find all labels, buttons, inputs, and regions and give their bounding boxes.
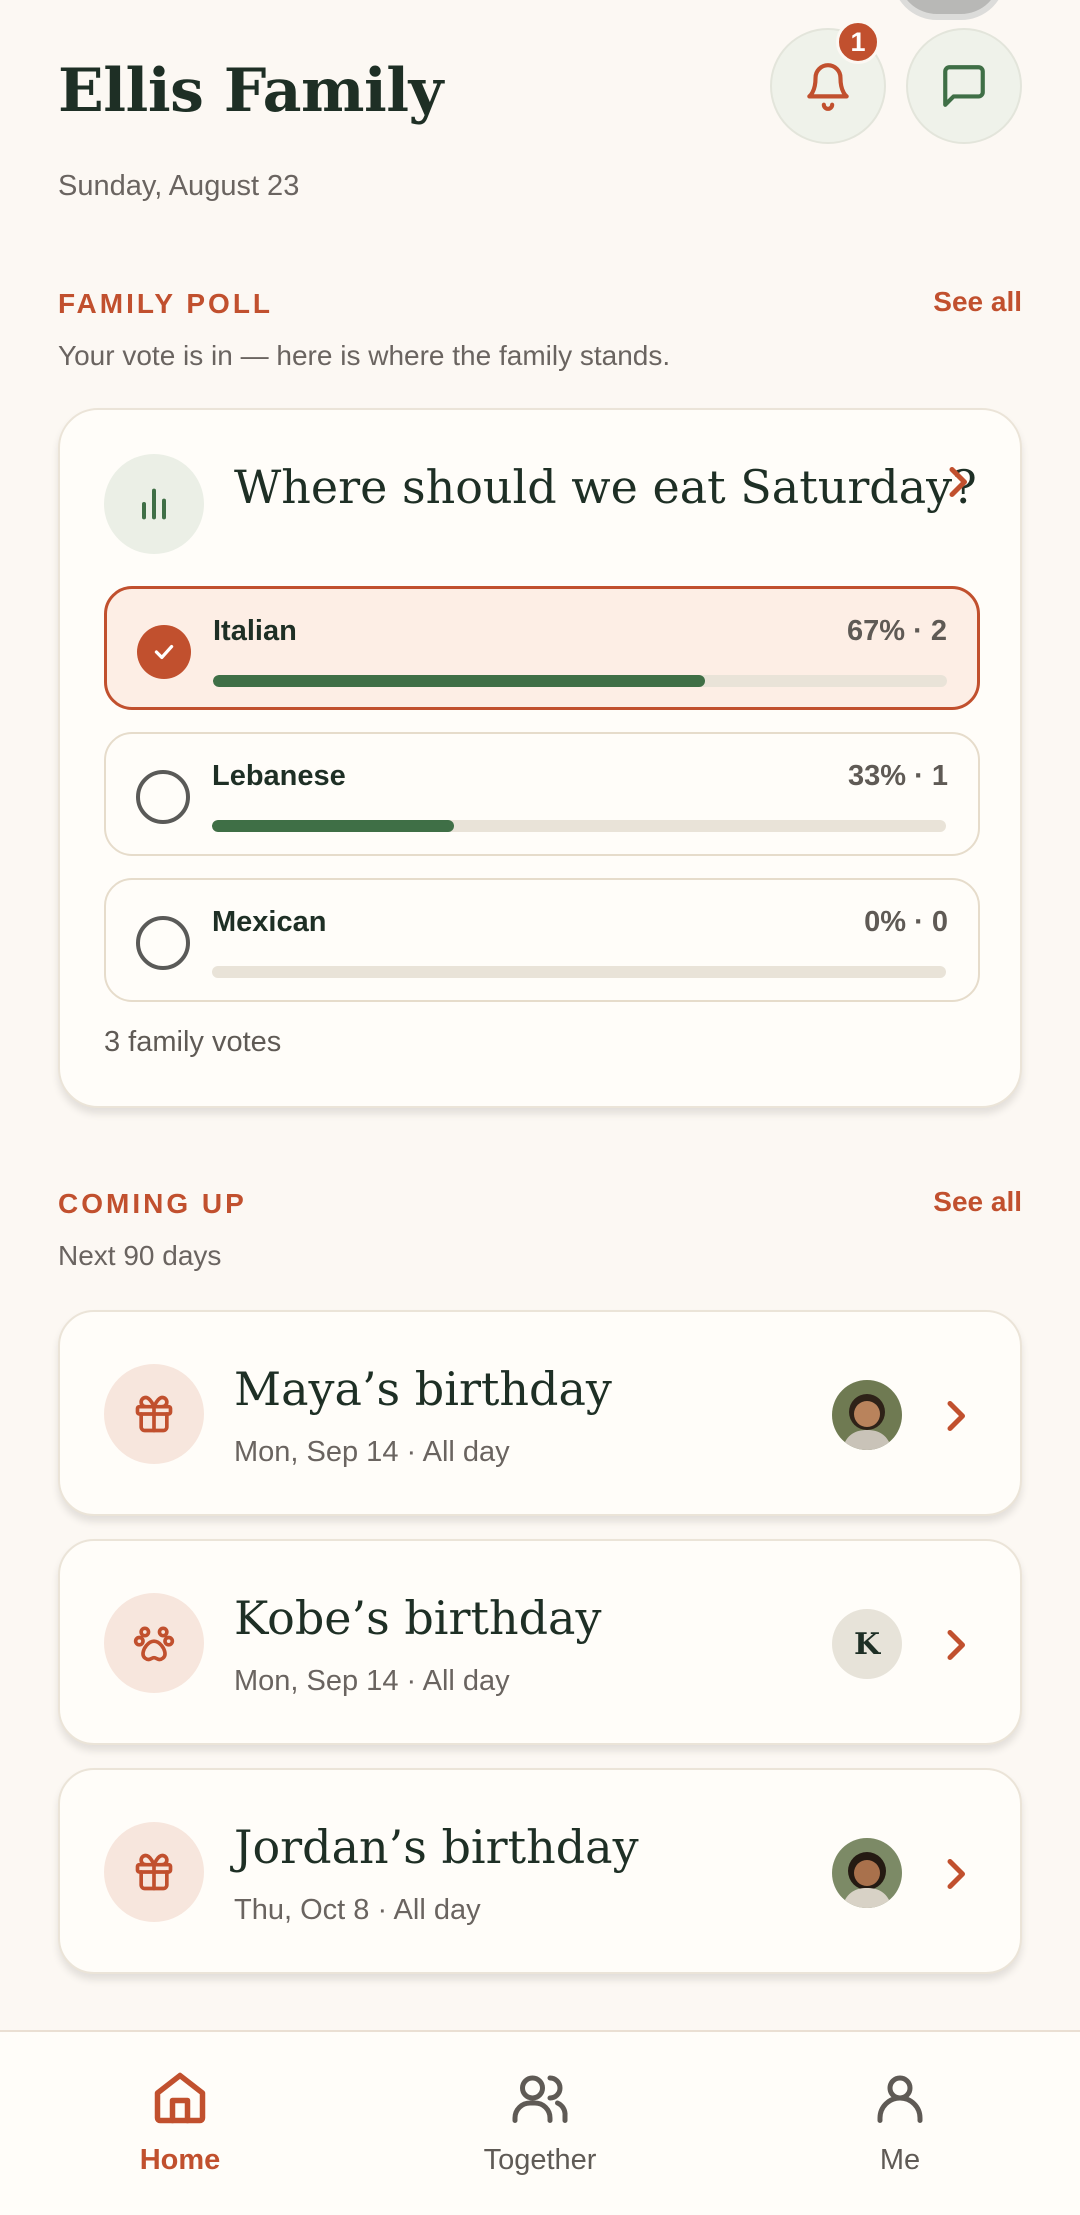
avatar	[832, 1838, 902, 1908]
event-icon-circle	[104, 1593, 204, 1693]
poll-vote-count: 3 family votes	[104, 1026, 282, 1058]
bottom-nav: Home Together Me	[0, 2030, 1080, 2215]
poll-see-all-link[interactable]: See all	[933, 286, 1022, 318]
event-meta: Thu, Oct 8 · All day	[234, 1894, 481, 1926]
radio-circle-icon	[136, 916, 190, 970]
option-progress-fill	[213, 675, 705, 687]
nav-me[interactable]: Me	[800, 2068, 1000, 2177]
bar-chart-icon	[142, 488, 166, 520]
upcoming-see-all-link[interactable]: See all	[933, 1186, 1022, 1218]
page-title: Ellis Family	[58, 56, 443, 126]
option-label: Mexican	[212, 906, 327, 938]
people-icon	[512, 2075, 568, 2123]
selected-check-icon	[137, 625, 191, 679]
nav-together[interactable]: Together	[440, 2068, 640, 2177]
poll-option-mexican[interactable]: Mexican 0% · 0	[104, 878, 980, 1002]
chat-icon	[943, 65, 985, 107]
event-icon-circle	[104, 1364, 204, 1464]
option-stat: 33% · 1	[848, 760, 948, 792]
event-title: Maya’s birthday	[234, 1362, 612, 1416]
poll-section-label: FAMILY POLL	[58, 288, 274, 319]
home-icon	[154, 2072, 206, 2124]
gift-icon	[135, 1853, 173, 1891]
poll-section-subtitle: Your vote is in — here is where the fami…	[58, 340, 671, 371]
avatar: K	[832, 1609, 902, 1679]
option-progress-track	[213, 675, 947, 687]
nav-label: Together	[483, 2144, 597, 2176]
chevron-right-icon	[942, 462, 972, 507]
person-icon	[877, 2075, 923, 2123]
paw-icon	[133, 1626, 175, 1662]
event-card-kobe[interactable]: Kobe’s birthday Mon, Sep 14 · All day K	[58, 1539, 1022, 1745]
gift-icon	[135, 1395, 173, 1433]
nav-label: Me	[879, 2144, 921, 2176]
avatar	[832, 1380, 902, 1450]
event-meta: Mon, Sep 14 · All day	[234, 1436, 510, 1468]
event-icon-circle	[104, 1822, 204, 1922]
messages-button[interactable]	[906, 28, 1022, 144]
poll-card[interactable]: Where should we eat Saturday? Italian 67…	[58, 408, 1022, 1108]
option-progress-track	[212, 966, 946, 978]
notification-badge: 1	[836, 20, 880, 64]
chevron-right-icon	[940, 1625, 970, 1670]
bell-icon	[807, 63, 849, 111]
poll-option-italian[interactable]: Italian 67% · 2	[104, 586, 980, 710]
event-title: Kobe’s birthday	[234, 1591, 602, 1645]
upcoming-section-subtitle: Next 90 days	[58, 1240, 222, 1271]
upcoming-section-label: COMING UP	[58, 1188, 247, 1219]
radio-circle-icon	[136, 770, 190, 824]
poll-question: Where should we eat Saturday?	[234, 460, 977, 514]
date-label: Sunday, August 23	[58, 170, 300, 202]
event-title: Jordan’s birthday	[234, 1820, 639, 1874]
event-card-jordan[interactable]: Jordan’s birthday Thu, Oct 8 · All day	[58, 1768, 1022, 1974]
nav-home[interactable]: Home	[80, 2068, 280, 2177]
chevron-right-icon	[940, 1396, 970, 1441]
option-stat: 0% · 0	[864, 906, 948, 938]
poll-icon-circle	[104, 454, 204, 554]
option-stat: 67% · 2	[847, 615, 947, 647]
app-header: Ellis Family Sunday, August 23 1	[0, 0, 1080, 210]
option-progress-fill	[212, 820, 455, 832]
option-label: Lebanese	[212, 760, 346, 792]
profile-bubble-edge	[892, 0, 1006, 20]
poll-option-lebanese[interactable]: Lebanese 33% · 1	[104, 732, 980, 856]
chevron-right-icon	[940, 1854, 970, 1899]
nav-label: Home	[139, 2144, 221, 2176]
event-card-maya[interactable]: Maya’s birthday Mon, Sep 14 · All day	[58, 1310, 1022, 1516]
event-meta: Mon, Sep 14 · All day	[234, 1665, 510, 1697]
option-label: Italian	[213, 615, 297, 647]
option-progress-track	[212, 820, 946, 832]
